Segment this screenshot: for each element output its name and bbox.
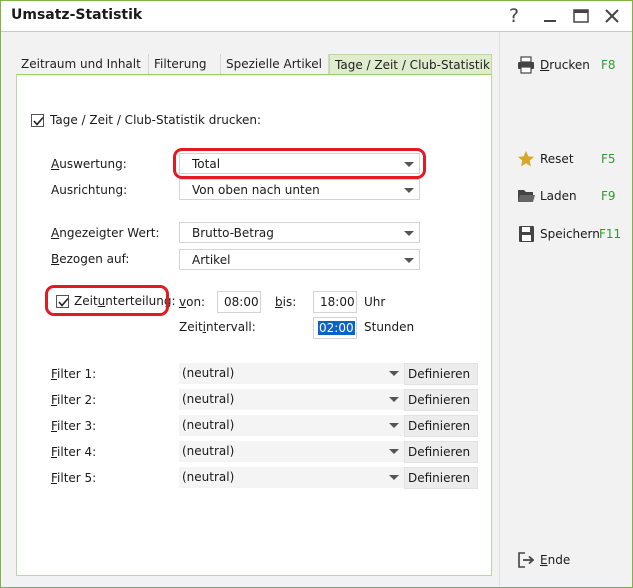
zeitintervall-input[interactable]: 02:00 [313, 317, 357, 339]
filter-4-definieren-button[interactable]: Definieren [404, 441, 478, 463]
speichern-button[interactable]: Speichern F11 [516, 225, 626, 245]
filter-1-label: Filter 1: [51, 367, 97, 381]
reset-button[interactable]: Reset F5 [516, 150, 621, 170]
tab-zeitraum-und-inhalt[interactable]: Zeitraum und Inhalt [16, 54, 149, 74]
filter-5-select[interactable]: (neutral) [179, 467, 404, 488]
maximize-button[interactable] [566, 3, 596, 29]
bis-time-input[interactable]: 18:00 [313, 291, 357, 313]
filter-3-select[interactable]: (neutral) [179, 415, 404, 436]
filter-5-definieren-button[interactable]: Definieren [404, 467, 478, 489]
auswertung-label: Auswertung: [51, 157, 127, 171]
tab-pane-tage-zeit: Tage / Zeit / Club-Statistik drucken: Au… [16, 74, 492, 576]
print-statistik-checkbox[interactable] [31, 114, 44, 127]
chevron-down-icon [389, 475, 399, 480]
chevron-down-icon [389, 449, 399, 454]
printer-icon [518, 56, 534, 74]
save-icon [519, 226, 534, 242]
von-time-input[interactable]: 08:00 [217, 291, 261, 313]
von-label: von: [179, 295, 206, 309]
chevron-down-icon [404, 231, 414, 236]
bezogen-auf-value: Artikel [192, 253, 231, 267]
bis-label: bis: [275, 295, 297, 309]
umsatz-statistik-window: Umsatz-Statistik ? Zeitraum und Inhalt F… [0, 0, 633, 588]
close-icon [605, 9, 619, 23]
star-icon [518, 151, 534, 167]
uhr-label: Uhr [364, 295, 386, 309]
chevron-down-icon [404, 188, 414, 193]
folder-icon [518, 190, 535, 202]
filter-1-select[interactable]: (neutral) [179, 363, 404, 384]
filter-1-definieren-button[interactable]: Definieren [404, 363, 478, 385]
chevron-down-icon [389, 423, 399, 428]
exit-icon [518, 552, 535, 568]
tab-filterung[interactable]: Filterung [149, 54, 221, 74]
minimize-icon [544, 20, 556, 22]
highlight-auswertung [173, 148, 426, 179]
angezeigter-wert-value: Brutto-Betrag [192, 226, 274, 240]
bezogen-auf-label: Bezogen auf: [51, 252, 130, 266]
close-button[interactable] [597, 3, 627, 29]
right-panel [499, 32, 632, 587]
chevron-down-icon [389, 371, 399, 376]
drucken-button[interactable]: Drucken F8 [516, 56, 621, 76]
tab-strip: Zeitraum und Inhalt Filterung Spezielle … [16, 54, 492, 74]
highlight-zeitunterteilung [45, 285, 169, 316]
window-title: Umsatz-Statistik [11, 7, 143, 23]
selected-text: 02:00 [318, 321, 355, 335]
ausrichtung-label: Ausrichtung: [51, 183, 128, 197]
checkmark-icon [33, 116, 44, 126]
tab-spezielle-artikel[interactable]: Spezielle Artikel [221, 54, 329, 74]
filter-4-label: Filter 4: [51, 445, 97, 459]
filter-3-label: Filter 3: [51, 419, 97, 433]
ausrichtung-value: Von oben nach unten [192, 183, 320, 197]
filter-2-select[interactable]: (neutral) [179, 389, 404, 410]
filter-5-label: Filter 5: [51, 471, 97, 485]
angezeigter-wert-select[interactable]: Brutto-Betrag [179, 222, 420, 243]
help-icon: ? [508, 5, 520, 27]
help-button[interactable]: ? [499, 3, 529, 29]
minimize-button[interactable] [535, 3, 565, 29]
bezogen-auf-select[interactable]: Artikel [179, 249, 420, 270]
ende-button[interactable]: Ende [516, 551, 586, 571]
filter-3-definieren-button[interactable]: Definieren [404, 415, 478, 437]
tab-tage-zeit-club-statistik[interactable]: Tage / Zeit / Club-Statistik [329, 54, 492, 74]
zeitintervall-label: Zeitintervall: [179, 320, 256, 334]
left-panel: Zeitraum und Inhalt Filterung Spezielle … [1, 32, 499, 587]
angezeigter-wert-label: Angezeigter Wert: [51, 226, 160, 240]
chevron-down-icon [389, 397, 399, 402]
filter-2-label: Filter 2: [51, 393, 97, 407]
ausrichtung-select[interactable]: Von oben nach unten [179, 179, 420, 200]
maximize-icon [573, 9, 589, 23]
stunden-label: Stunden [364, 320, 415, 334]
chevron-down-icon [404, 258, 414, 263]
filter-4-select[interactable]: (neutral) [179, 441, 404, 462]
print-statistik-label: Tage / Zeit / Club-Statistik drucken: [50, 113, 262, 127]
titlebar: Umsatz-Statistik ? [1, 1, 632, 31]
filter-2-definieren-button[interactable]: Definieren [404, 389, 478, 411]
laden-button[interactable]: Laden F9 [516, 187, 621, 207]
